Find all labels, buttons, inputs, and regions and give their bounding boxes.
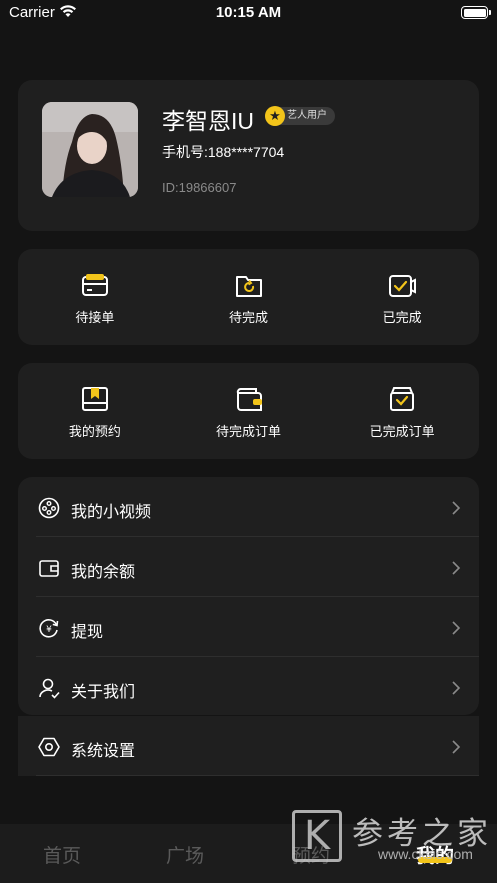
pending-order-button[interactable]: 待接单 [18, 249, 172, 345]
user-icon [39, 678, 60, 699]
completed-orders-button[interactable]: 已完成订单 [325, 363, 479, 459]
watermark-logo-letter: K [303, 813, 331, 859]
badge-label: 艺人用户 [287, 110, 327, 121]
chevron-right-icon [452, 681, 461, 695]
completed-button[interactable]: 已完成 [325, 249, 479, 345]
avatar[interactable] [42, 102, 138, 197]
completed-order-icon [390, 387, 415, 411]
svg-text:¥: ¥ [46, 625, 52, 635]
menu-list: 我的小视频 我的余额 ¥ 提现 关于我们 [18, 477, 479, 717]
my-reservation-button[interactable]: 我的预约 [18, 363, 172, 459]
chevron-right-icon [452, 561, 461, 575]
tab-plaza[interactable]: 广场 [166, 841, 204, 868]
watermark: K 参考之家 www.cksic.com [292, 808, 497, 870]
pending-orders-button[interactable]: 待完成订单 [172, 363, 326, 459]
in-progress-icon [235, 276, 262, 297]
star-icon: ★ [265, 106, 285, 126]
menu-item-my-videos[interactable]: 我的小视频 [18, 477, 479, 537]
tab-home[interactable]: 首页 [43, 841, 81, 868]
profile-phone: 手机号:188****7704 [162, 144, 285, 160]
menu-item-system-settings[interactable]: 系统设置 [18, 716, 479, 776]
menu-item-withdraw[interactable]: ¥ 提现 [18, 597, 479, 657]
chevron-right-icon [452, 621, 461, 635]
video-icon [38, 497, 60, 519]
artist-badge: ★ 艺人用户 [265, 106, 335, 126]
battery-icon [461, 6, 491, 19]
menu-label-system-settings: 系统设置 [71, 743, 136, 760]
in-progress-button[interactable]: 待完成 [172, 249, 326, 345]
status-time: 10:15 AM [215, 4, 282, 21]
chevron-right-icon [452, 501, 461, 515]
completed-label: 已完成 [382, 310, 422, 325]
system-settings-row[interactable]: 系统设置 [18, 716, 479, 776]
settings-icon [38, 737, 60, 757]
wallet-icon [39, 560, 59, 577]
pending-order-label: 待接单 [75, 310, 115, 325]
chevron-right-icon [452, 740, 461, 754]
withdraw-icon: ¥ [39, 619, 59, 638]
my-reservation-label: 我的预约 [68, 424, 121, 439]
order-status-card: 待接单 待完成 已完成 [18, 249, 479, 345]
watermark-url: www.cksic.com [378, 846, 473, 862]
pending-order-icon [81, 274, 108, 296]
menu-label-withdraw: 提现 [71, 624, 104, 641]
wallet-order-icon [236, 388, 262, 411]
completed-icon [389, 275, 417, 297]
pending-orders-label: 待完成订单 [216, 424, 282, 439]
in-progress-label: 待完成 [229, 310, 269, 325]
divider [36, 775, 479, 776]
order-list-card: 我的预约 待完成订单 已完成订单 [18, 363, 479, 459]
menu-item-about-us[interactable]: 关于我们 [18, 657, 479, 717]
watermark-logo: K [292, 810, 342, 862]
profile-id: ID:19866607 [162, 180, 237, 195]
profile-name: 李智恩IU [162, 108, 254, 134]
completed-orders-label: 已完成订单 [369, 424, 435, 439]
menu-label-my-balance: 我的余额 [71, 564, 136, 581]
menu-label-about-us: 关于我们 [71, 684, 136, 701]
status-bar: Carrier 10:15 AM [0, 0, 497, 26]
reservation-icon [81, 387, 108, 411]
menu-label-my-videos: 我的小视频 [71, 504, 152, 521]
menu-item-my-balance[interactable]: 我的余额 [18, 537, 479, 597]
profile-card[interactable]: 李智恩IU ★ 艺人用户 手机号:188****7704 ID:19866607 [18, 80, 479, 231]
